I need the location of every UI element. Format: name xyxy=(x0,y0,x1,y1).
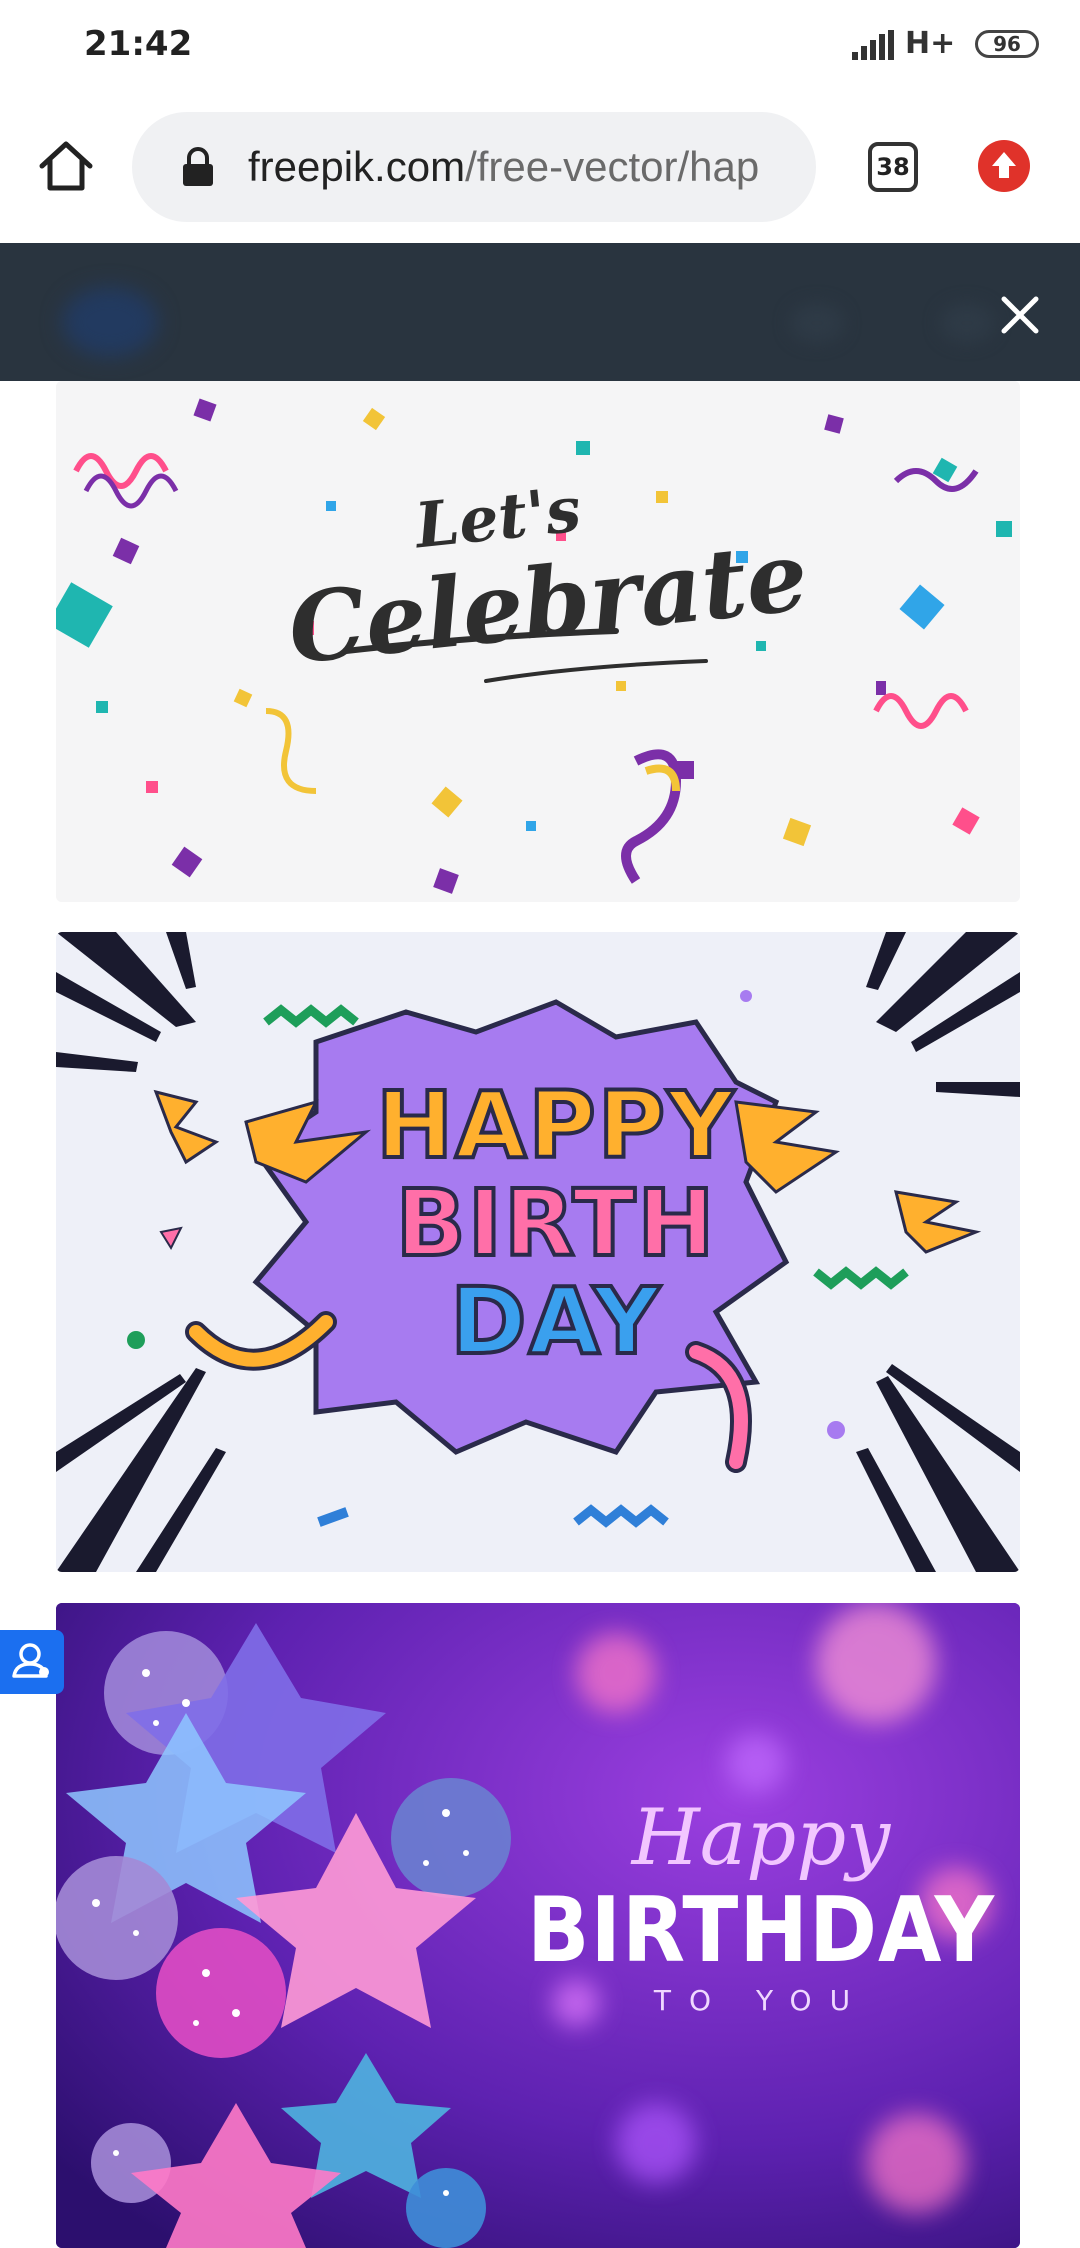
comic-line1: HAPPY xyxy=(374,1072,736,1179)
battery-indicator: 96 xyxy=(975,30,1039,58)
url-text[interactable]: freepik.com/free-vector/hap xyxy=(248,142,796,192)
comic-line3: DAY xyxy=(448,1268,662,1375)
lock-icon xyxy=(183,147,213,186)
signal-icon xyxy=(852,30,894,60)
celebrate-title: Let's Celebrate xyxy=(56,473,1020,686)
banner-icon-blurred xyxy=(940,303,994,343)
comic-line2: BIRTH xyxy=(394,1170,717,1277)
ad-banner xyxy=(0,243,1080,381)
balloons-line2: BIRTHDAY xyxy=(526,1878,996,1983)
browser-toolbar: freepik.com/free-vector/hap 38 xyxy=(0,92,1080,242)
image-card-celebrate[interactable]: Let's Celebrate xyxy=(56,381,1020,902)
comic-birthday-title: HAPPY BIRTH DAY xyxy=(346,1072,766,1375)
address-bar[interactable]: freepik.com/free-vector/hap xyxy=(132,112,816,222)
banner-logo-blurred xyxy=(62,287,158,357)
network-type: H+ xyxy=(905,26,956,61)
side-feedback-tab[interactable] xyxy=(0,1630,64,1694)
image-card-balloons-birthday[interactable]: Happy BIRTHDAY TO YOU xyxy=(56,1603,1020,2248)
arrow-up-icon xyxy=(992,152,1016,178)
balloons-birthday-title: Happy BIRTHDAY TO YOU xyxy=(526,1793,996,2017)
update-button[interactable] xyxy=(978,140,1030,192)
status-bar: 21:42 H+ 96 xyxy=(0,0,1080,92)
image-card-comic-birthday[interactable]: HAPPY BIRTH DAY xyxy=(56,932,1020,1572)
balloons-line3: TO YOU xyxy=(653,1984,869,2017)
balloons-line1: Happy xyxy=(631,1793,891,1883)
close-icon[interactable] xyxy=(996,291,1044,339)
banner-icon-blurred xyxy=(790,303,844,343)
url-path: /free-vector/hap xyxy=(465,143,760,190)
tab-switcher-button[interactable]: 38 xyxy=(868,142,918,192)
url-domain: freepik.com xyxy=(248,143,466,190)
status-time: 21:42 xyxy=(84,24,193,64)
home-icon[interactable] xyxy=(36,136,96,196)
user-icon xyxy=(12,1643,49,1678)
